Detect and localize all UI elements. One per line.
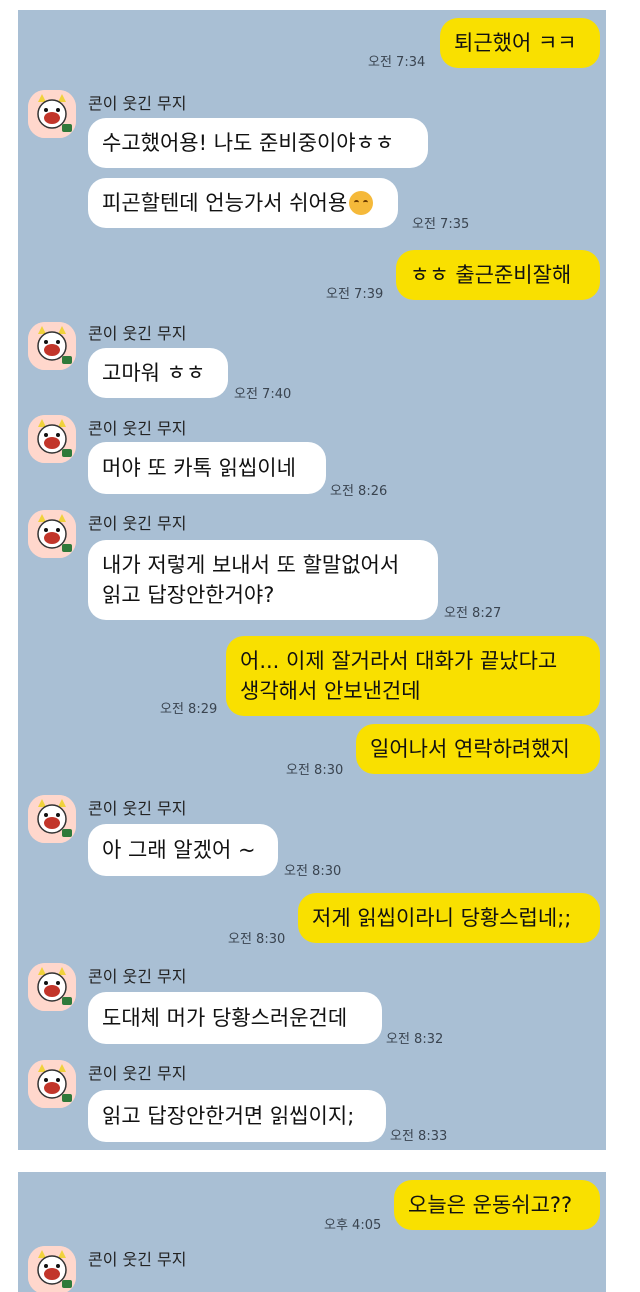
message-time: 오전 8:30	[286, 763, 344, 778]
incoming-message[interactable]: 수고했어용! 나도 준비중이야ㅎㅎ	[88, 118, 428, 168]
outgoing-message[interactable]: ㅎㅎ 출근준비잘해	[396, 250, 600, 300]
outgoing-message[interactable]: 오늘은 운동쉬고??	[394, 1180, 600, 1230]
message-text: 피곤할텐데 언능가서 쉬어용	[102, 191, 348, 215]
outgoing-message[interactable]: 퇴근했어 ㅋㅋ	[440, 18, 600, 68]
muzi-avatar-icon	[28, 963, 76, 1011]
sender-name: 콘이 웃긴 무지	[88, 1250, 187, 1269]
avatar[interactable]	[28, 415, 76, 463]
sender-name: 콘이 웃긴 무지	[88, 514, 187, 533]
message-time: 오전 8:29	[160, 702, 218, 717]
avatar[interactable]	[28, 510, 76, 558]
message-time: 오전 8:30	[284, 864, 342, 879]
message-time: 오전 8:32	[386, 1032, 444, 1047]
chat-screenshot-1: 퇴근했어 ㅋㅋ 오전 7:34 콘이 웃긴 무지 수고했어용! 나도 준비중이야…	[18, 10, 606, 1150]
avatar[interactable]	[28, 963, 76, 1011]
muzi-avatar-icon	[28, 90, 76, 138]
message-time: 오전 7:39	[326, 287, 384, 302]
muzi-avatar-icon	[28, 795, 76, 843]
muzi-avatar-icon	[28, 415, 76, 463]
outgoing-message[interactable]: 일어나서 연락하려했지	[356, 724, 600, 774]
sender-name: 콘이 웃긴 무지	[88, 1064, 187, 1083]
message-time: 오전 7:40	[234, 387, 292, 402]
outgoing-message[interactable]: 저게 읽씹이라니 당황스럽네;;	[298, 893, 600, 943]
sender-name: 콘이 웃긴 무지	[88, 799, 187, 818]
outgoing-message[interactable]: 어... 이제 잘거라서 대화가 끝났다고 생각해서 안보낸건데	[226, 636, 600, 716]
avatar[interactable]	[28, 1060, 76, 1108]
message-time: 오전 8:30	[228, 932, 286, 947]
sender-name: 콘이 웃긴 무지	[88, 967, 187, 986]
muzi-avatar-icon	[28, 510, 76, 558]
message-time: 오전 7:35	[412, 217, 470, 232]
message-time: 오전 8:27	[444, 606, 502, 621]
smiling-face-emoji-icon	[349, 191, 374, 215]
avatar[interactable]	[28, 795, 76, 843]
muzi-avatar-icon	[28, 1246, 76, 1292]
incoming-message[interactable]: 내가 저렇게 보내서 또 할말없어서 읽고 답장안한거야?	[88, 540, 438, 620]
message-time: 오전 8:26	[330, 484, 388, 499]
muzi-avatar-icon	[28, 1060, 76, 1108]
incoming-message[interactable]: 피곤할텐데 언능가서 쉬어용	[88, 178, 398, 228]
message-time: 오전 8:33	[390, 1129, 448, 1144]
message-time: 오전 7:34	[368, 55, 426, 70]
avatar[interactable]	[28, 1246, 76, 1292]
chat-screenshot-2: 오늘은 운동쉬고?? 오후 4:05 콘이 웃긴 무지	[18, 1172, 606, 1292]
message-time: 오후 4:05	[324, 1218, 382, 1233]
incoming-message[interactable]: 고마워 ㅎㅎ	[88, 348, 228, 398]
incoming-message[interactable]: 도대체 머가 당황스러운건데	[88, 992, 382, 1044]
avatar[interactable]	[28, 322, 76, 370]
incoming-message[interactable]: 읽고 답장안한거면 읽씹이지;	[88, 1090, 386, 1142]
muzi-avatar-icon	[28, 322, 76, 370]
sender-name: 콘이 웃긴 무지	[88, 324, 187, 343]
sender-name: 콘이 웃긴 무지	[88, 94, 187, 113]
sender-name: 콘이 웃긴 무지	[88, 419, 187, 438]
incoming-message[interactable]: 머야 또 카톡 읽씹이네	[88, 442, 326, 494]
incoming-message[interactable]: 아 그래 알겠어 ~	[88, 824, 278, 876]
avatar[interactable]	[28, 90, 76, 138]
